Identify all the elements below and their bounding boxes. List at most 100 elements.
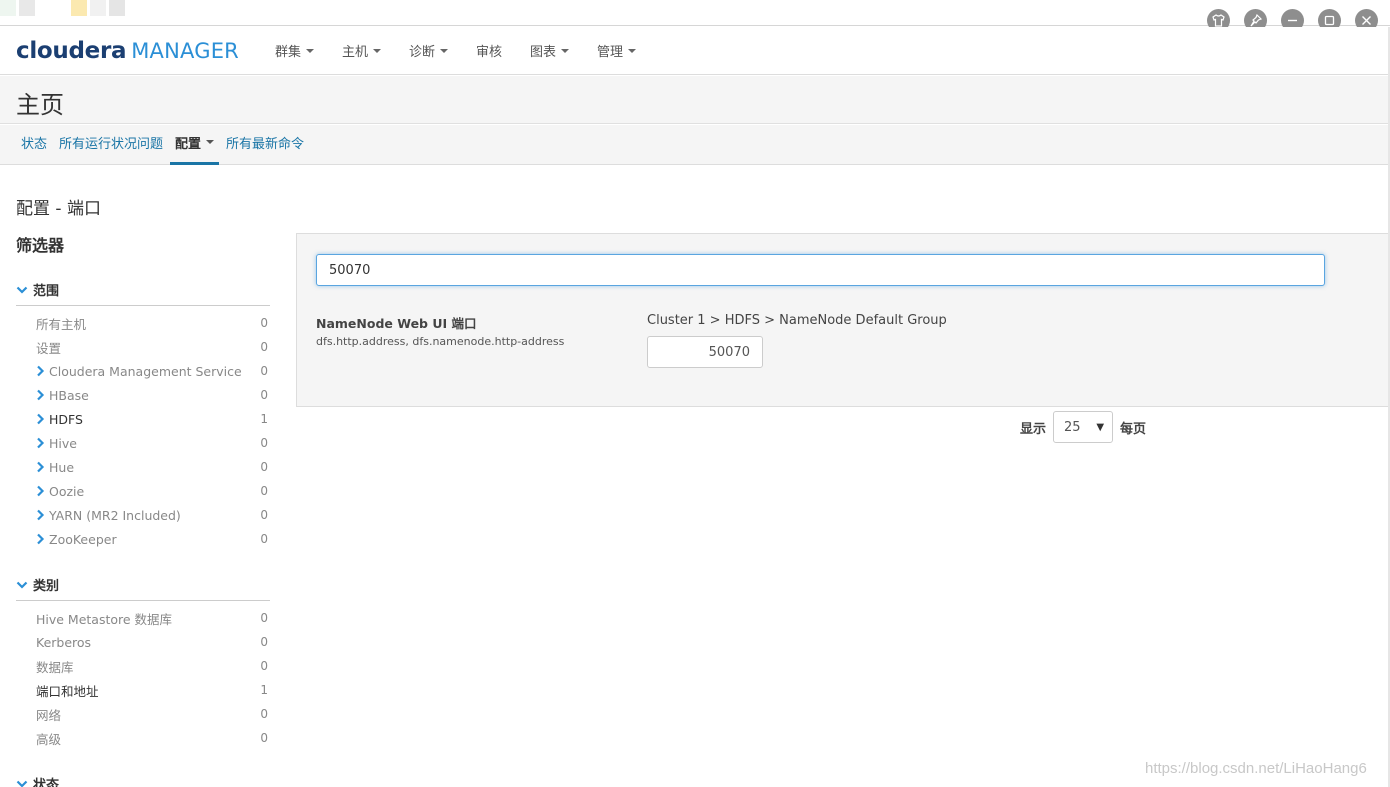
section-title: 配置 - 端口 — [16, 199, 101, 219]
property-value-input[interactable] — [647, 336, 763, 368]
filter-group-header[interactable]: 类别 — [16, 575, 270, 601]
chevron-down-icon — [16, 286, 28, 294]
tab-recent-commands[interactable]: 所有最新命令 — [221, 125, 309, 165]
filter-group-title: 状态 — [33, 778, 60, 787]
filter-item-kerberos[interactable]: Kerberos 0 — [16, 630, 270, 654]
filter-item-count: 0 — [260, 388, 268, 402]
tab-favicon[interactable] — [109, 0, 125, 16]
filter-item-label: Cloudera Management Service — [49, 363, 242, 379]
nav-charts[interactable]: 图表 — [530, 41, 570, 60]
nav-label: 管理 — [597, 45, 624, 60]
filter-group-title: 范围 — [33, 284, 60, 299]
browser-tabs — [0, 0, 128, 20]
caret-down-icon — [440, 48, 449, 53]
filter-item-hive-metastore-db[interactable]: Hive Metastore 数据库 0 — [16, 606, 270, 630]
filter-item-hdfs[interactable]: HDFS 1 — [16, 407, 270, 431]
tab-label: 所有最新命令 — [226, 137, 305, 152]
page-title: 主页 — [16, 91, 64, 119]
filter-item-ports-addresses[interactable]: 端口和地址 1 — [16, 678, 270, 702]
cloudera-manager-logo[interactable]: cloudera MANAGER — [16, 38, 239, 64]
filter-item-label: Hue — [49, 459, 75, 475]
chevron-right-icon[interactable] — [36, 365, 45, 377]
filter-item-database[interactable]: 数据库 0 — [16, 654, 270, 678]
chevron-right-icon[interactable] — [36, 461, 45, 473]
filter-group-title: 类别 — [33, 579, 60, 594]
filter-item-label: ZooKeeper — [49, 531, 117, 547]
filter-item-advanced[interactable]: 高级 0 — [16, 726, 270, 750]
filter-item-label: Hive — [49, 435, 77, 451]
main-menu: 群集 主机 诊断 审核 图表 管理 — [261, 41, 650, 60]
filter-item-label: Oozie — [49, 483, 85, 499]
per-page-select[interactable]: 25 ▼ — [1053, 411, 1114, 443]
filter-group-status-header[interactable]: 状态 — [16, 774, 270, 787]
filter-item-hive[interactable]: Hive 0 — [16, 431, 270, 455]
chevron-down-icon — [16, 780, 28, 787]
chevron-right-icon[interactable] — [36, 413, 45, 425]
nav-hosts[interactable]: 主机 — [342, 41, 381, 60]
tab-status[interactable]: 状态 — [16, 125, 52, 165]
config-search-input[interactable] — [316, 254, 1325, 286]
chevron-right-icon[interactable] — [36, 485, 45, 497]
chevron-right-icon[interactable] — [36, 389, 45, 401]
filter-item-count: 0 — [260, 731, 268, 745]
tab-configuration[interactable]: 配置 — [170, 125, 220, 165]
tab-favicon[interactable] — [90, 0, 106, 16]
filters-heading: 筛选器 — [16, 236, 65, 255]
filter-item-label: 设置 — [36, 340, 62, 356]
nav-audits[interactable]: 审核 — [476, 41, 502, 60]
tab-favicon[interactable] — [19, 0, 35, 16]
tab-all-health-issues[interactable]: 所有运行状况问题 — [54, 125, 168, 165]
nav-label: 群集 — [274, 45, 301, 60]
tab-favicon[interactable] — [71, 0, 87, 16]
filter-item-oozie[interactable]: Oozie 0 — [16, 479, 270, 503]
filter-item-count: 1 — [260, 683, 268, 697]
window-titlebar — [0, 0, 1390, 32]
filter-item-count: 1 — [260, 412, 268, 426]
filter-item-label: Kerberos — [36, 634, 92, 650]
filter-item-label: 高级 — [36, 731, 62, 747]
filter-item-count: 0 — [260, 460, 268, 474]
nav-label: 主机 — [341, 45, 368, 60]
filter-item-network[interactable]: 网络 0 — [16, 702, 270, 726]
filter-item-count: 0 — [260, 508, 268, 522]
filter-group-header[interactable]: 范围 — [16, 280, 270, 306]
tab-favicon[interactable] — [38, 0, 54, 16]
filter-item-count: 0 — [260, 316, 268, 330]
chevron-right-icon[interactable] — [36, 509, 45, 521]
filter-item-label: 网络 — [36, 707, 62, 723]
chevron-right-icon[interactable] — [36, 437, 45, 449]
filter-item-all-hosts[interactable]: 所有主机 0 — [16, 311, 270, 335]
filter-item-count: 0 — [260, 659, 268, 673]
filter-item-zookeeper[interactable]: ZooKeeper 0 — [16, 527, 270, 551]
filter-item-label: 端口和地址 — [36, 683, 99, 699]
nav-clusters[interactable]: 群集 — [275, 41, 314, 60]
caret-down-icon — [206, 140, 215, 144]
filter-item-hue[interactable]: Hue 0 — [16, 455, 270, 479]
filter-item-count: 0 — [260, 484, 268, 498]
filter-item-count: 0 — [260, 707, 268, 721]
filter-item-count: 0 — [260, 532, 268, 546]
property-display-name: NameNode Web UI 端口 — [316, 316, 477, 331]
tab-label: 状态 — [21, 137, 48, 152]
nav-administration[interactable]: 管理 — [597, 41, 637, 60]
filter-item-count: 0 — [260, 364, 268, 378]
filter-item-label: 所有主机 — [36, 316, 87, 332]
filter-item-label: YARN (MR2 Included) — [49, 507, 181, 523]
filter-item-label: HDFS — [49, 411, 83, 427]
caret-down-icon — [305, 48, 314, 53]
chevron-down-icon — [16, 581, 28, 589]
filter-item-count: 0 — [260, 635, 268, 649]
filter-item-hbase[interactable]: HBase 0 — [16, 383, 270, 407]
nav-label: 诊断 — [409, 45, 436, 60]
config-results-panel: NameNode Web UI 端口 dfs.http.address, dfs… — [296, 233, 1390, 407]
caret-down-icon: ▼ — [1096, 421, 1105, 433]
filter-item-yarn[interactable]: YARN (MR2 Included) 0 — [16, 503, 270, 527]
nav-diagnostics[interactable]: 诊断 — [409, 41, 449, 60]
chevron-right-icon[interactable] — [36, 533, 45, 545]
tab-label: 配置 — [175, 137, 202, 152]
tab-favicon[interactable] — [0, 0, 16, 16]
logo-part2: MANAGER — [131, 38, 239, 63]
filter-item-settings[interactable]: 设置 0 — [16, 335, 270, 359]
filter-item-cms[interactable]: Cloudera Management Service 0 — [16, 359, 270, 383]
show-label: 显示 — [1020, 421, 1047, 437]
